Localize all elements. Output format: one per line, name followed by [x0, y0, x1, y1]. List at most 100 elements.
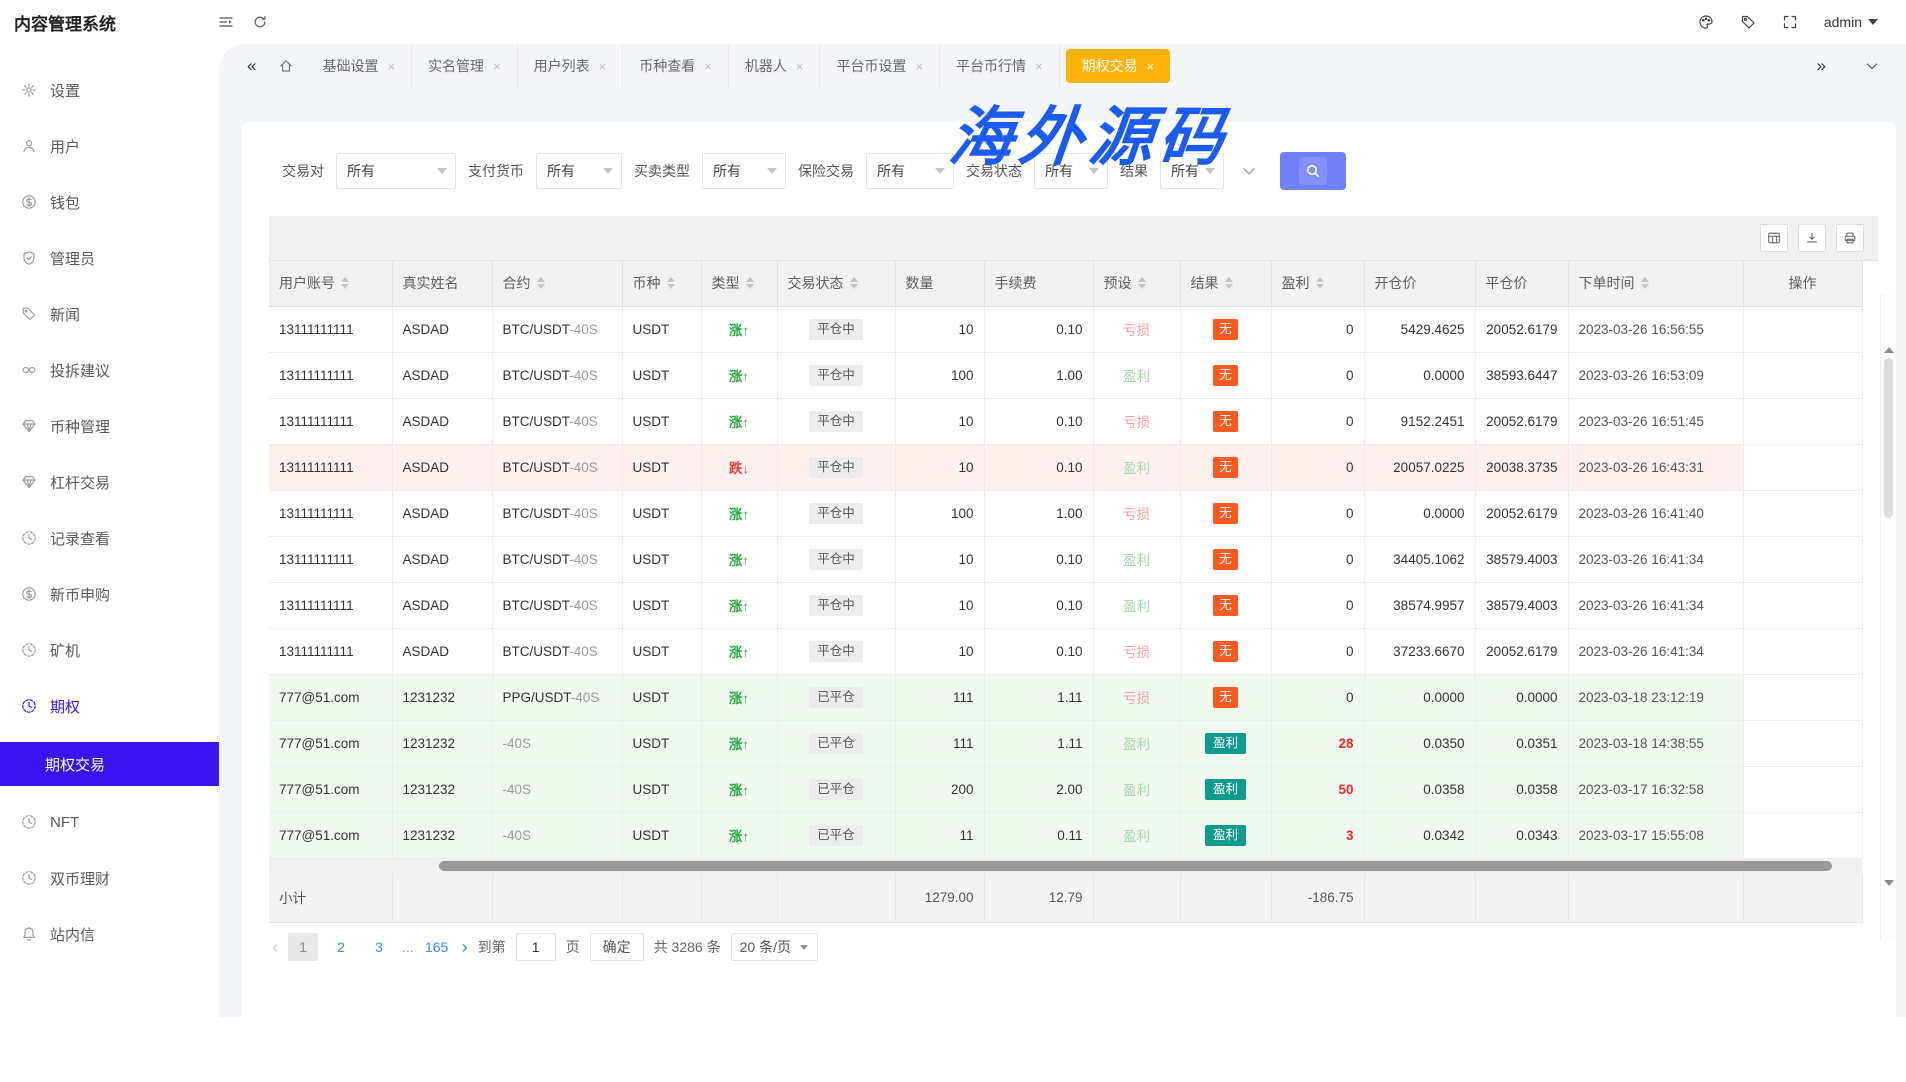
scroll-down-icon[interactable]: [1884, 880, 1894, 891]
sort-icon[interactable]: [537, 277, 545, 289]
filter-select-buy-sell-type[interactable]: 所有: [702, 153, 786, 189]
next-page-icon[interactable]: ›: [462, 937, 468, 958]
fullscreen-icon[interactable]: [1782, 14, 1798, 30]
column-header-coin[interactable]: 币种: [622, 261, 701, 306]
table-row[interactable]: 777@51.com1231232PPG/USDT-40SUSDT涨↑已平仓11…: [269, 674, 1862, 720]
export-icon[interactable]: [1798, 224, 1826, 252]
column-header-status[interactable]: 交易状态: [777, 261, 895, 306]
filter-select-result[interactable]: 所有: [1160, 153, 1224, 189]
collapse-sidebar-icon[interactable]: [218, 14, 234, 30]
table-row[interactable]: 13111111111ASDADBTC/USDT-40SUSDT涨↑平仓中100…: [269, 490, 1862, 536]
column-header-actions[interactable]: 操作: [1743, 261, 1862, 306]
sort-icon[interactable]: [1225, 277, 1233, 289]
sort-icon[interactable]: [1641, 277, 1649, 289]
sidebar-item-coin-management[interactable]: 币种管理: [0, 406, 219, 446]
column-header-amount[interactable]: 数量: [895, 261, 984, 306]
sidebar-item-new-coin-subscribe[interactable]: 新币申购: [0, 574, 219, 614]
close-tab-icon[interactable]: ×: [493, 59, 501, 74]
sidebar-item-news[interactable]: 新闻: [0, 294, 219, 334]
table-row[interactable]: 13111111111ASDADBTC/USDT-40SUSDT跌↓平仓中100…: [269, 444, 1862, 490]
sidebar-item-record-view[interactable]: 记录查看: [0, 518, 219, 558]
sidebar-subitem-options-trading[interactable]: 期权交易: [0, 742, 219, 786]
cell-type: 涨↑: [701, 766, 777, 812]
tab-realname-management[interactable]: 实名管理×: [412, 44, 518, 88]
tab-robot[interactable]: 机器人×: [729, 44, 821, 88]
filter-select-pay-currency[interactable]: 所有: [536, 153, 622, 189]
sidebar-item-admins[interactable]: 管理员: [0, 238, 219, 278]
tabs-menu-icon[interactable]: [1864, 58, 1880, 74]
close-tab-icon[interactable]: ×: [915, 59, 923, 74]
column-header-order_time[interactable]: 下单时间: [1568, 261, 1743, 306]
column-header-account[interactable]: 用户账号: [269, 261, 392, 306]
sidebar-item-site-messages[interactable]: 站内信: [0, 914, 219, 954]
sidebar-item-dual-currency[interactable]: 双币理财: [0, 858, 219, 898]
prev-page-icon[interactable]: ‹: [272, 937, 278, 958]
tab-options-trading[interactable]: 期权交易×: [1066, 49, 1171, 83]
close-tab-icon[interactable]: ×: [1147, 59, 1155, 74]
columns-filter-icon[interactable]: [1760, 224, 1788, 252]
table-row[interactable]: 13111111111ASDADBTC/USDT-40SUSDT涨↑平仓中100…: [269, 582, 1862, 628]
table-row[interactable]: 13111111111ASDADBTC/USDT-40SUSDT涨↑平仓中100…: [269, 352, 1862, 398]
user-menu[interactable]: admin: [1824, 14, 1878, 30]
column-header-preset[interactable]: 预设: [1093, 261, 1180, 306]
table-row[interactable]: 777@51.com1231232-40SUSDT涨↑已平仓2002.00盈利盈…: [269, 766, 1862, 812]
sidebar-item-nft[interactable]: NFT: [0, 802, 219, 842]
home-tab-icon[interactable]: [278, 58, 294, 74]
table-row[interactable]: 13111111111ASDADBTC/USDT-40SUSDT涨↑平仓中100…: [269, 536, 1862, 582]
tab-coin-view[interactable]: 币种查看×: [623, 44, 729, 88]
column-header-fee[interactable]: 手续费: [984, 261, 1093, 306]
vertical-scrollbar-thumb[interactable]: [1884, 358, 1893, 518]
sidebar-item-leverage-trading[interactable]: 杠杆交易: [0, 462, 219, 502]
table-row[interactable]: 13111111111ASDADBTC/USDT-40SUSDT涨↑平仓中100…: [269, 306, 1862, 352]
search-button[interactable]: [1280, 152, 1346, 190]
tabs-scroll-right-icon[interactable]: »: [1817, 56, 1826, 76]
column-header-open_price[interactable]: 开仓价: [1364, 261, 1475, 306]
column-header-close_price[interactable]: 平仓价: [1475, 261, 1568, 306]
sidebar-item-feedback[interactable]: 投拆建议: [0, 350, 219, 390]
sort-icon[interactable]: [1316, 277, 1324, 289]
table-row[interactable]: 777@51.com1231232-40SUSDT涨↑已平仓110.11盈利盈利…: [269, 812, 1862, 858]
column-header-result[interactable]: 结果: [1180, 261, 1271, 306]
tab-platform-coin-market[interactable]: 平台币行情×: [940, 44, 1060, 88]
tabs-scroll-left-icon[interactable]: «: [247, 56, 256, 76]
sort-icon[interactable]: [850, 277, 858, 289]
column-header-realname[interactable]: 真实姓名: [392, 261, 492, 306]
sidebar-item-label: 矿机: [50, 640, 80, 661]
sidebar-item-mining[interactable]: 矿机: [0, 630, 219, 670]
scroll-up-icon[interactable]: [1884, 342, 1894, 353]
sort-icon[interactable]: [341, 277, 349, 289]
sidebar-item-wallet[interactable]: 钱包: [0, 182, 219, 222]
tab-basic-settings[interactable]: 基础设置×: [306, 44, 412, 88]
filter-select-trade-status[interactable]: 所有: [1034, 153, 1108, 189]
refresh-icon[interactable]: [252, 14, 268, 30]
sort-icon[interactable]: [746, 277, 754, 289]
column-header-type[interactable]: 类型: [701, 261, 777, 306]
tag-icon[interactable]: [1740, 14, 1756, 30]
table-row[interactable]: 777@51.com1231232-40SUSDT涨↑已平仓1111.11盈利盈…: [269, 720, 1862, 766]
table-row[interactable]: 13111111111ASDADBTC/USDT-40SUSDT涨↑平仓中100…: [269, 628, 1862, 674]
table-row[interactable]: 13111111111ASDADBTC/USDT-40SUSDT涨↑平仓中100…: [269, 398, 1862, 444]
sidebar-item-options[interactable]: 期权: [0, 686, 219, 726]
horizontal-scrollbar-thumb[interactable]: [439, 861, 1832, 871]
close-tab-icon[interactable]: ×: [599, 59, 607, 74]
close-tab-icon[interactable]: ×: [796, 59, 804, 74]
horizontal-scrollbar[interactable]: [269, 859, 1862, 873]
column-header-contract[interactable]: 合约: [492, 261, 622, 306]
close-tab-icon[interactable]: ×: [704, 59, 712, 74]
theme-palette-icon[interactable]: [1698, 14, 1714, 30]
sidebar-item-settings[interactable]: 设置: [0, 70, 219, 110]
filter-select-trading-pair[interactable]: 所有: [336, 153, 456, 189]
tab-platform-coin-settings[interactable]: 平台币设置×: [820, 44, 940, 88]
close-tab-icon[interactable]: ×: [387, 59, 395, 74]
filters-collapse-icon[interactable]: [1240, 162, 1258, 180]
sort-icon[interactable]: [1138, 277, 1146, 289]
close-tab-icon[interactable]: ×: [1035, 59, 1043, 74]
print-icon[interactable]: [1836, 224, 1864, 252]
filter-select-insurance-trade[interactable]: 所有: [866, 153, 954, 189]
tab-user-list[interactable]: 用户列表×: [518, 44, 624, 88]
column-header-profit[interactable]: 盈利: [1271, 261, 1364, 306]
vertical-scrollbar[interactable]: [1880, 294, 1896, 940]
sort-icon[interactable]: [667, 277, 675, 289]
sidebar-item-users[interactable]: 用户: [0, 126, 219, 166]
cell-fee: 0.10: [984, 306, 1093, 352]
